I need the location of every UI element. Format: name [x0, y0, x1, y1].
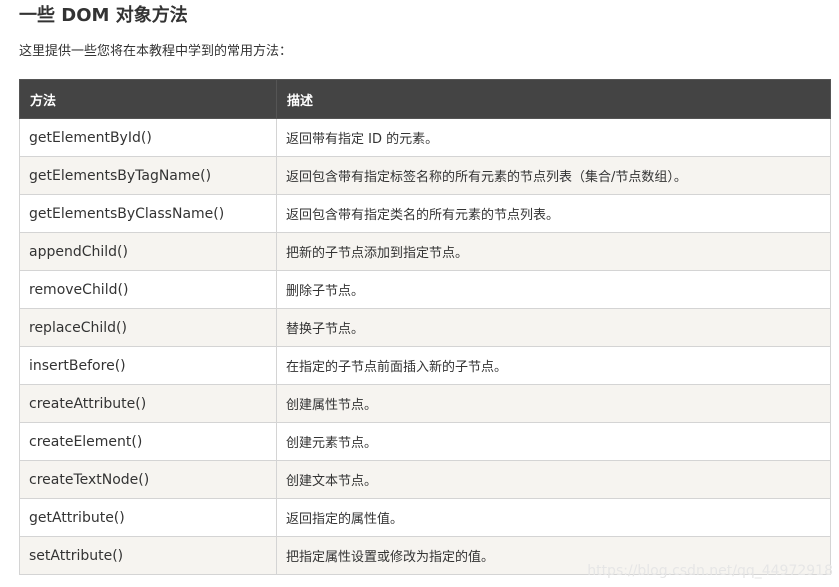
method-cell: createAttribute(): [19, 384, 277, 423]
description-cell: 创建属性节点。: [276, 384, 831, 423]
dom-methods-table: 方法 描述 getElementById() 返回带有指定 ID 的元素。 ge…: [19, 79, 831, 575]
method-cell: createElement(): [19, 422, 277, 461]
description-cell: 返回带有指定 ID 的元素。: [276, 118, 831, 157]
header-description: 描述: [276, 79, 831, 119]
table-row: removeChild() 删除子节点。: [19, 270, 831, 309]
page-title: 一些 DOM 对象方法: [19, 5, 188, 26]
method-cell: setAttribute(): [19, 536, 277, 575]
method-cell: getElementById(): [19, 118, 277, 157]
table-header-row: 方法 描述: [19, 79, 831, 119]
intro-text: 这里提供一些您将在本教程中学到的常用方法：: [19, 44, 293, 59]
description-cell: 替换子节点。: [276, 308, 831, 347]
description-cell: 返回指定的属性值。: [276, 498, 831, 537]
method-cell: appendChild(): [19, 232, 277, 271]
method-cell: getElementsByClassName(): [19, 194, 277, 233]
table-row: createTextNode() 创建文本节点。: [19, 460, 831, 499]
description-cell: 删除子节点。: [276, 270, 831, 309]
description-cell: 创建元素节点。: [276, 422, 831, 461]
table-row: getElementsByTagName() 返回包含带有指定标签名称的所有元素…: [19, 156, 831, 195]
description-cell: 把新的子节点添加到指定节点。: [276, 232, 831, 271]
description-cell: 返回包含带有指定类名的所有元素的节点列表。: [276, 194, 831, 233]
watermark: https://blog.csdn.net/qq_44972918: [587, 563, 833, 579]
method-cell: removeChild(): [19, 270, 277, 309]
table-row: createAttribute() 创建属性节点。: [19, 384, 831, 423]
description-cell: 返回包含带有指定标签名称的所有元素的节点列表（集合/节点数组）。: [276, 156, 831, 195]
method-cell: insertBefore(): [19, 346, 277, 385]
method-cell: getAttribute(): [19, 498, 277, 537]
table-row: getAttribute() 返回指定的属性值。: [19, 498, 831, 537]
table-row: getElementById() 返回带有指定 ID 的元素。: [19, 118, 831, 157]
table-row: insertBefore() 在指定的子节点前面插入新的子节点。: [19, 346, 831, 385]
description-cell: 创建文本节点。: [276, 460, 831, 499]
header-method: 方法: [19, 79, 277, 119]
table-row: getElementsByClassName() 返回包含带有指定类名的所有元素…: [19, 194, 831, 233]
table-row: replaceChild() 替换子节点。: [19, 308, 831, 347]
method-cell: createTextNode(): [19, 460, 277, 499]
table-row: appendChild() 把新的子节点添加到指定节点。: [19, 232, 831, 271]
method-cell: replaceChild(): [19, 308, 277, 347]
table-row: createElement() 创建元素节点。: [19, 422, 831, 461]
description-cell: 在指定的子节点前面插入新的子节点。: [276, 346, 831, 385]
method-cell: getElementsByTagName(): [19, 156, 277, 195]
